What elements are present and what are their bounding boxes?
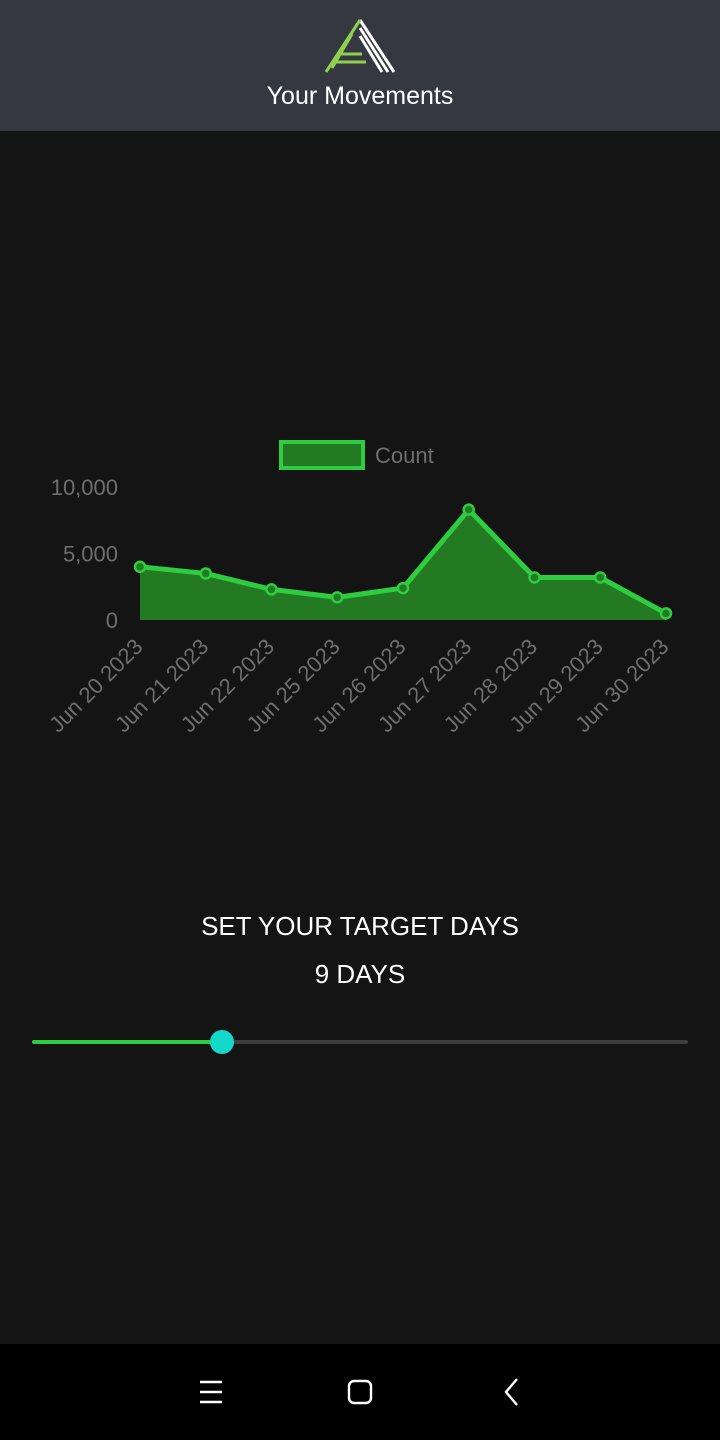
movements-chart: Count 10,000 5,000 0 Jun 20 2023 Jun 21 2023 J… xyxy=(0,430,720,770)
data-point[interactable] xyxy=(199,567,212,580)
back-chevron-icon xyxy=(504,1378,518,1406)
legend-swatch xyxy=(279,440,365,470)
data-point[interactable] xyxy=(265,583,278,596)
slider-fill xyxy=(32,1040,223,1044)
home-square-icon xyxy=(347,1379,373,1405)
slider-thumb[interactable] xyxy=(210,1030,235,1054)
data-point[interactable] xyxy=(331,591,344,604)
page-title: Your Movements xyxy=(266,82,454,110)
app-header: Your Movements xyxy=(0,0,720,131)
target-days-label: SET YOUR TARGET DAYS xyxy=(201,911,519,941)
app-screen: Your Movements Count 10,000 5,000 0 Jun 20 2… xyxy=(0,0,720,1440)
data-point[interactable] xyxy=(462,503,475,516)
target-days-slider[interactable] xyxy=(32,1026,688,1058)
mountain-logo-icon xyxy=(324,19,396,73)
menu-icon xyxy=(200,1380,222,1404)
data-point[interactable] xyxy=(659,607,673,620)
data-point[interactable] xyxy=(133,560,147,574)
y-tick-label: 10,000 xyxy=(51,475,118,500)
data-point[interactable] xyxy=(396,581,410,595)
target-days-value: 9 DAYS xyxy=(314,959,406,989)
data-point[interactable] xyxy=(528,571,541,584)
series-area-fill xyxy=(140,509,666,620)
chart-svg: Count10,0005,0000Jun 20 2023Jun 21 2023J… xyxy=(44,440,674,737)
home-button[interactable] xyxy=(340,1372,380,1412)
legend-label: Count xyxy=(375,443,434,468)
data-point[interactable] xyxy=(594,571,607,584)
y-tick-label: 5,000 xyxy=(63,542,118,567)
system-navigation-bar xyxy=(0,1344,720,1440)
back-button[interactable] xyxy=(491,1372,531,1412)
menu-button[interactable] xyxy=(191,1372,231,1412)
y-tick-label: 0 xyxy=(106,608,118,633)
